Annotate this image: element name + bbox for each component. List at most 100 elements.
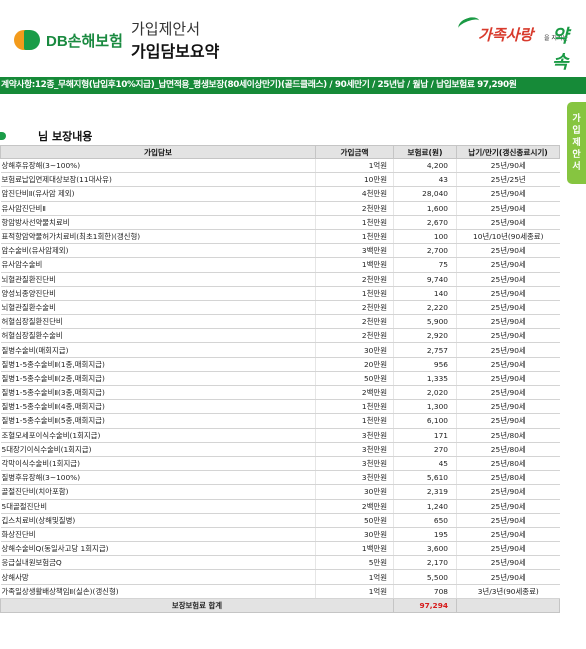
- section-heading: 님 보장내용: [0, 128, 92, 144]
- coverage-amount: 2천만원: [315, 300, 394, 316]
- coverage-name: 표적항암약물허가치료비(최초1회한)(갱신형): [0, 229, 316, 245]
- table-row: 암수술비(유사암제외) 3백만원 2,700 25년/90세: [0, 243, 560, 259]
- coverage-premium: 956: [393, 357, 457, 372]
- total-value: 97,294: [393, 597, 457, 614]
- coverage-amount: 1천만원: [315, 413, 394, 429]
- coverage-term: 25년/90세: [456, 555, 560, 571]
- coverage-name: 질병1-5종수술비Ⅱ(1종,매회지급): [0, 357, 316, 372]
- coverage-amount: 1억원: [315, 158, 394, 174]
- coverage-term: 25년/90세: [456, 257, 560, 273]
- coverage-name: 질병1-5종수술비Ⅱ(3종,매회지급): [0, 385, 316, 401]
- table-row: 질병1-5종수술비Ⅱ(5종,매회지급) 1천만원 6,100 25년/90세: [0, 413, 560, 429]
- table-row: 뇌혈관질환수술비 2천만원 2,220 25년/90세: [0, 300, 560, 316]
- coverage-name: 5대장기이식수술비(1회지급): [0, 442, 316, 457]
- coverage-amount: 2백만원: [315, 499, 394, 514]
- slogan-part2: 약속: [552, 26, 569, 73]
- coverage-term: 25년/90세: [456, 513, 560, 528]
- coverage-premium: 650: [393, 513, 457, 528]
- coverage-term: 25년/80세: [456, 442, 560, 457]
- table-header-row: 가입담보 가입금액 보험료(원) 납기/만기(갱신종료시기): [0, 145, 560, 159]
- coverage-premium: 75: [393, 257, 457, 273]
- coverage-premium: 5,500: [393, 569, 457, 585]
- coverage-name: 허혈심장질환수술비: [0, 328, 316, 344]
- coverage-amount: 2백만원: [315, 385, 394, 401]
- table-row: 암진단비Ⅱ(유사암 제외) 4천만원 28,040 25년/90세: [0, 186, 560, 202]
- coverage-name: 질병1-5종수술비Ⅱ(4종,매회지급): [0, 399, 316, 415]
- coverage-term: 10년/10년(90세종료): [456, 229, 560, 245]
- table-row: 뇌혈관질환진단비 2천만원 9,740 25년/90세: [0, 272, 560, 287]
- table-row: 5대골절진단비 2백만원 1,240 25년/90세: [0, 499, 560, 514]
- coverage-premium: 2,220: [393, 300, 457, 316]
- coverage-amount: 1억원: [315, 584, 394, 599]
- table-row: 질병1-5종수술비Ⅱ(4종,매회지급) 1천만원 1,300 25년/90세: [0, 399, 560, 415]
- coverage-term: 25년/90세: [456, 527, 560, 543]
- side-tab-proposal[interactable]: 가 입 제 안 서: [567, 102, 586, 184]
- coverage-name: 질병1-5종수술비Ⅱ(5종,매회지급): [0, 413, 316, 429]
- header-term: 납기/만기(갱신종료시기): [456, 145, 560, 159]
- coverage-name: 양성뇌종양진단비: [0, 286, 316, 301]
- coverage-name: 가족일상생활배상책임Ⅱ(실손)(갱신형): [0, 584, 316, 599]
- coverage-premium: 270: [393, 442, 457, 457]
- coverage-term: 25년/90세: [456, 215, 560, 230]
- coverage-premium: 1,240: [393, 499, 457, 514]
- total-label: 보장보험료 합계: [0, 597, 394, 614]
- coverage-amount: 3천만원: [315, 442, 394, 457]
- coverage-amount: 50만원: [315, 513, 394, 528]
- coverage-premium: 708: [393, 584, 457, 599]
- coverage-name: 상해후유장해(3~100%): [0, 158, 316, 174]
- coverage-premium: 100: [393, 229, 457, 245]
- coverage-amount: 30만원: [315, 484, 394, 500]
- coverage-name: 조혈모세포이식수술비(1회지급): [0, 428, 316, 443]
- table-row: 각막이식수술비(1회지급) 3천만원 45 25년/80세: [0, 456, 560, 472]
- section-bullet-icon: [0, 132, 6, 140]
- coverage-term: 25년/90세: [456, 371, 560, 387]
- coverage-term: 25년/90세: [456, 569, 560, 585]
- coverage-name: 골절진단비(치아포함): [0, 484, 316, 500]
- logo-text: DB손해보험: [46, 32, 123, 50]
- coverage-amount: 2천만원: [315, 272, 394, 287]
- coverage-amount: 3백만원: [315, 243, 394, 259]
- header-premium: 보험료(원): [393, 145, 457, 159]
- side-tab-char: 제: [572, 138, 581, 148]
- coverage-premium: 140: [393, 286, 457, 301]
- table-row: 보험료납입면제대상보장(11대사유) 10만원 43 25년/25년: [0, 172, 560, 188]
- table-row: 유사암진단비Ⅱ 2천만원 1,600 25년/90세: [0, 201, 560, 216]
- coverage-premium: 5,610: [393, 470, 457, 486]
- coverage-name: 암수술비(유사암제외): [0, 243, 316, 259]
- section-title: 님 보장내용: [38, 130, 93, 143]
- coverage-name: 질병1-5종수술비Ⅱ(2종,매회지급): [0, 371, 316, 387]
- table-row: 질병1-5종수술비Ⅱ(1종,매회지급) 20만원 956 25년/90세: [0, 357, 560, 372]
- coverage-premium: 195: [393, 527, 457, 543]
- coverage-term: 3년/3년(90세종료): [456, 584, 560, 599]
- coverage-term: 25년/80세: [456, 428, 560, 443]
- table-row: 조혈모세포이식수술비(1회지급) 3천만원 171 25년/80세: [0, 428, 560, 443]
- coverage-name: 질병후유장해(3~100%): [0, 470, 316, 486]
- coverage-amount: 2천만원: [315, 201, 394, 216]
- logo-icon: [14, 27, 44, 53]
- side-tab-char: 입: [572, 126, 581, 136]
- coverage-premium: 2,700: [393, 243, 457, 259]
- coverage-name: 뇌혈관질환수술비: [0, 300, 316, 316]
- coverage-amount: 2천만원: [315, 328, 394, 344]
- coverage-name: 상해수술비Q(동일사고당 1회지급): [0, 541, 316, 557]
- table-row: 골절진단비(치아포함) 30만원 2,319 25년/90세: [0, 484, 560, 500]
- coverage-name: 각막이식수술비(1회지급): [0, 456, 316, 472]
- coverage-premium: 1,335: [393, 371, 457, 387]
- table-row: 가족일상생활배상책임Ⅱ(실손)(갱신형) 1억원 708 3년/3년(90세종료): [0, 584, 560, 599]
- table-row: 양성뇌종양진단비 1천만원 140 25년/90세: [0, 286, 560, 301]
- coverage-name: 깁스치료비(상해및질병): [0, 513, 316, 528]
- total-row: 보장보험료 합계 97,294: [0, 597, 560, 614]
- coverage-term: 25년/90세: [456, 399, 560, 415]
- table-row: 유사암수술비 1백만원 75 25년/90세: [0, 257, 560, 273]
- coverage-amount: 1천만원: [315, 286, 394, 301]
- coverage-amount: 3천만원: [315, 456, 394, 472]
- table-row: 질병후유장해(3~100%) 3천만원 5,610 25년/80세: [0, 470, 560, 486]
- coverage-premium: 6,100: [393, 413, 457, 429]
- coverage-amount: 30만원: [315, 527, 394, 543]
- document-subtitle: 가입제안서: [131, 20, 201, 38]
- table-row: 화상진단비 30만원 195 25년/90세: [0, 527, 560, 543]
- table-row: 응급실내원보험금Q 5만원 2,170 25년/90세: [0, 555, 560, 571]
- coverage-term: 25년/90세: [456, 413, 560, 429]
- coverage-name: 상해사망: [0, 569, 316, 585]
- coverage-premium: 1,300: [393, 399, 457, 415]
